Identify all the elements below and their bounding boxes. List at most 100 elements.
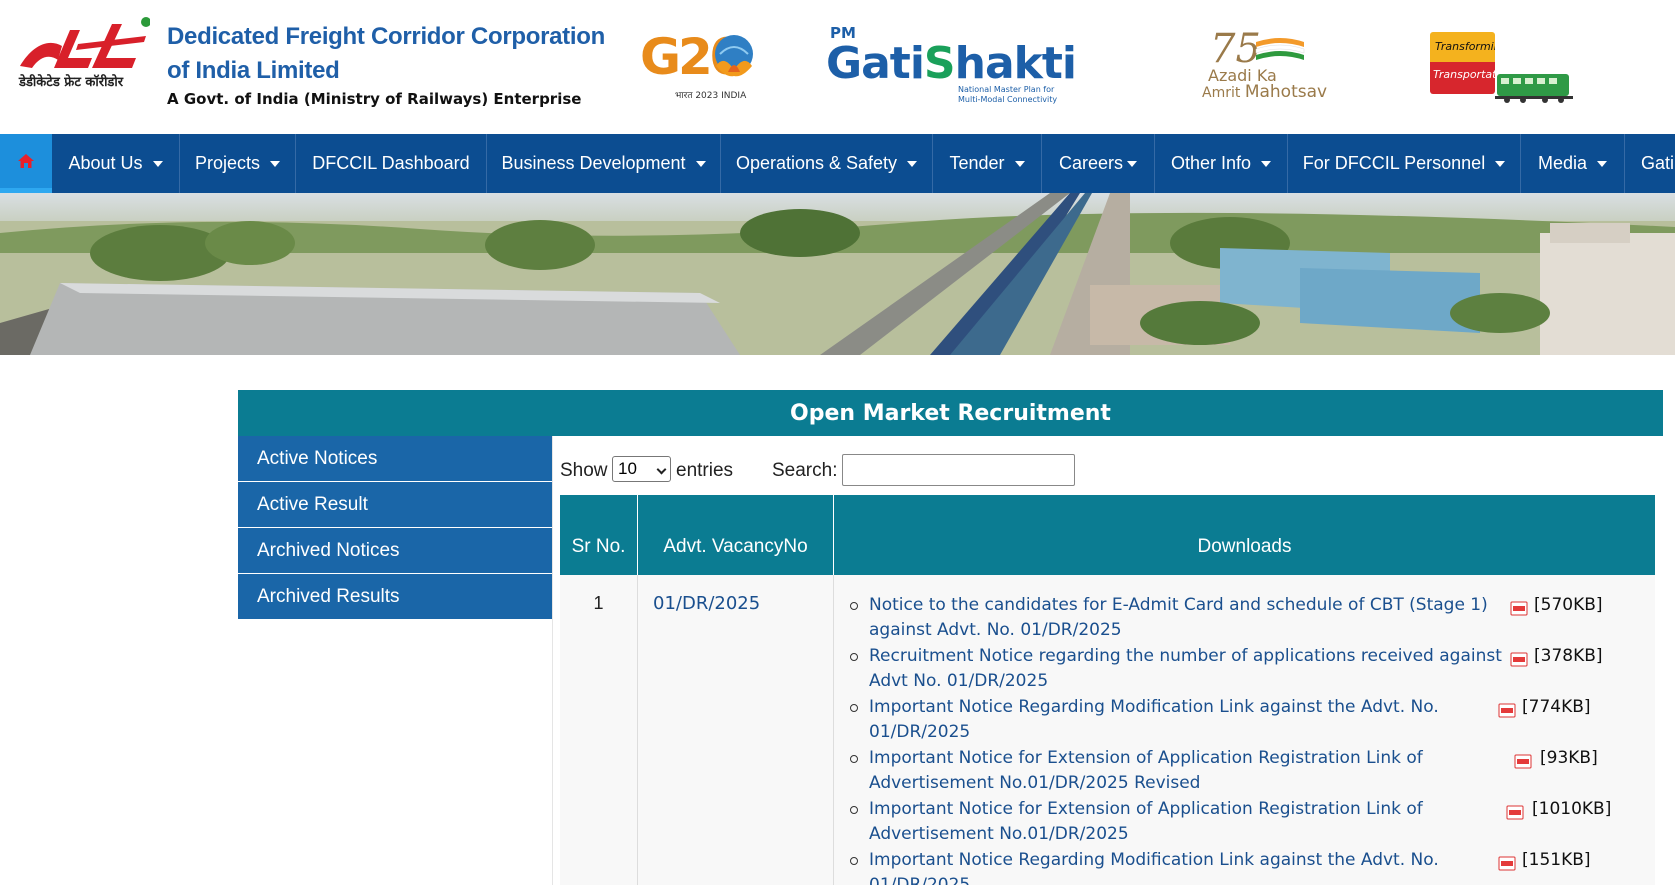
azadi-line2: Amrit Mahotsav [1202, 82, 1327, 102]
download-link[interactable]: Important Notice Regarding Modification … [869, 848, 1439, 885]
caret-down-icon [152, 160, 163, 167]
hero-banner-image [0, 193, 1675, 355]
caret-down-icon [1014, 160, 1025, 167]
caret-down-icon [270, 160, 281, 167]
download-link-line2: 01/DR/2025 [869, 875, 971, 885]
g20-subtitle: भारत 2023 INDIA [675, 91, 747, 101]
download-link-line2: Advt No. 01/DR/2025 [869, 671, 1049, 691]
gati-subtitle: National Master Plan for Multi-Modal Con… [958, 85, 1058, 104]
org-name[interactable]: Dedicated Freight Corridor Corporation o… [167, 20, 607, 88]
file-size: [151KB] [1522, 850, 1591, 870]
nav-projects-label: Projects [194, 153, 261, 173]
download-link[interactable]: Important Notice for Extension of Applic… [869, 797, 1423, 847]
download-link-line1: Important Notice Regarding Modification … [869, 697, 1439, 717]
transform-line2: Transportation [1433, 68, 1495, 81]
nav-projects[interactable]: Projects [180, 134, 296, 193]
search-label: Search: [772, 460, 838, 481]
nav-media[interactable]: Media [1521, 134, 1625, 193]
nav-about-us[interactable]: About Us [52, 134, 180, 193]
nav-personnel-label: For DFCCIL Personnel [1302, 153, 1486, 173]
caret-down-icon [907, 160, 918, 167]
recruitment-sidebar: Active Notices Active Result Archived No… [238, 436, 552, 620]
nav-gati-label: Gati [1641, 153, 1675, 173]
caret-down-icon [1597, 160, 1608, 167]
nav-dfccil-dashboard[interactable]: DFCCIL Dashboard [296, 134, 487, 193]
sidebar-item-archived-results[interactable]: Archived Results [238, 574, 552, 620]
download-item: Notice to the candidates for E-Admit Car… [834, 593, 1655, 644]
caret-down-icon [695, 160, 706, 167]
download-link[interactable]: Notice to the candidates for E-Admit Car… [869, 593, 1488, 643]
download-link-line1: Important Notice for Extension of Applic… [869, 748, 1423, 768]
tricolor-flag-icon [1255, 38, 1305, 60]
pdf-icon[interactable] [1498, 703, 1516, 718]
nav-home-button[interactable] [0, 134, 52, 193]
nav-other-info-label: Other Info [1170, 153, 1252, 173]
locomotive-icon [1495, 74, 1573, 103]
pdf-icon[interactable] [1498, 856, 1516, 871]
main-content: Show 10 entries Search: Sr No. Advt. Vac… [552, 436, 1663, 885]
header-advt-vacancy[interactable]: Advt. VacancyNo [638, 495, 834, 575]
nav-other-info[interactable]: Other Info [1155, 134, 1288, 193]
show-label: Show [560, 460, 608, 481]
download-link-line2: against Advt. No. 01/DR/2025 [869, 620, 1122, 640]
download-link[interactable]: Important Notice Regarding Modification … [869, 695, 1439, 745]
page-root: डेडीकेटेड फ्रेट कॉरीडोर Dedicated Freigh… [0, 0, 1675, 885]
header-downloads[interactable]: Downloads [834, 495, 1655, 575]
cell-sr-no: 1 [560, 575, 638, 885]
gati-title: GatiShakti [826, 38, 1077, 89]
download-link[interactable]: Recruitment Notice regarding the number … [869, 644, 1502, 694]
cell-advt-no[interactable]: 01/DR/2025 [638, 575, 834, 885]
download-item: Important Notice Regarding Modification … [834, 848, 1655, 885]
org-tagline: A Govt. of India (Ministry of Railways) … [167, 90, 582, 108]
nav-careers[interactable]: Careers [1042, 134, 1155, 193]
file-size: [570KB] [1534, 595, 1603, 615]
download-item: Important Notice for Extension of Applic… [834, 797, 1655, 848]
gati-title-b: hakti [954, 38, 1077, 89]
nav-tender[interactable]: Tender [933, 134, 1042, 193]
page-size-select[interactable]: 10 [612, 456, 671, 482]
table-row: 1 01/DR/2025 Notice to the candidates fo… [560, 575, 1655, 885]
bullet-icon [850, 602, 858, 610]
bullet-icon [850, 704, 858, 712]
bullet-icon [850, 857, 858, 865]
nav-tender-label: Tender [949, 153, 1005, 173]
header-sr-no[interactable]: Sr No. [560, 495, 638, 575]
transform-line1: Transforming [1435, 40, 1495, 53]
pdf-icon[interactable] [1510, 601, 1528, 616]
nav-operations-safety[interactable]: Operations & Safety [721, 134, 933, 193]
search-input[interactable] [842, 454, 1075, 486]
banner-photo [0, 193, 1675, 355]
sidebar-item-archived-notices[interactable]: Archived Notices [238, 528, 552, 574]
nav-media-label: Media [1537, 153, 1588, 173]
nav-dashboard-label: DFCCIL Dashboard [312, 153, 470, 173]
sidebar-item-active-result[interactable]: Active Result [238, 482, 552, 528]
caret-down-icon [1127, 160, 1138, 167]
g20-logo: G20 भारत 2023 INDIA [640, 26, 780, 106]
azadi-line2-b: Mahotsav [1244, 82, 1328, 102]
download-link-line2: Advertisement No.01/DR/2025 [869, 824, 1129, 844]
nav-for-dfccil-personnel[interactable]: For DFCCIL Personnel [1288, 134, 1521, 193]
file-size: [774KB] [1522, 697, 1591, 717]
download-item: Important Notice for Extension of Applic… [834, 746, 1655, 797]
caret-down-icon [1495, 160, 1506, 167]
bullet-icon [850, 653, 858, 661]
pdf-icon[interactable] [1514, 754, 1532, 769]
nav-ops-label: Operations & Safety [735, 153, 898, 173]
globe-lotus-icon [715, 35, 753, 77]
transforming-transportation-logo: Transforming Transportation [1425, 32, 1575, 106]
nav-business-development[interactable]: Business Development [487, 134, 721, 193]
pdf-icon[interactable] [1506, 805, 1524, 820]
table-header: Sr No. Advt. VacancyNo Downloads [560, 495, 1655, 575]
nav-bd-label: Business Development [501, 153, 686, 173]
nav-gati[interactable]: Gati [1625, 134, 1675, 193]
pdf-icon[interactable] [1510, 652, 1528, 667]
chevron-down-icon [656, 464, 667, 475]
download-link-line2: Advertisement No.01/DR/2025 Revised [869, 773, 1201, 793]
download-link[interactable]: Important Notice for Extension of Applic… [869, 746, 1423, 796]
download-link-line2: 01/DR/2025 [869, 722, 971, 742]
nav-about-us-label: About Us [68, 153, 143, 173]
sidebar-item-active-notices[interactable]: Active Notices [238, 436, 552, 482]
cell-downloads: Notice to the candidates for E-Admit Car… [834, 575, 1655, 885]
download-link-line1: Recruitment Notice regarding the number … [869, 646, 1502, 666]
azadi-logo: 75 Azadi Ka Amrit Mahotsav [1200, 26, 1330, 110]
